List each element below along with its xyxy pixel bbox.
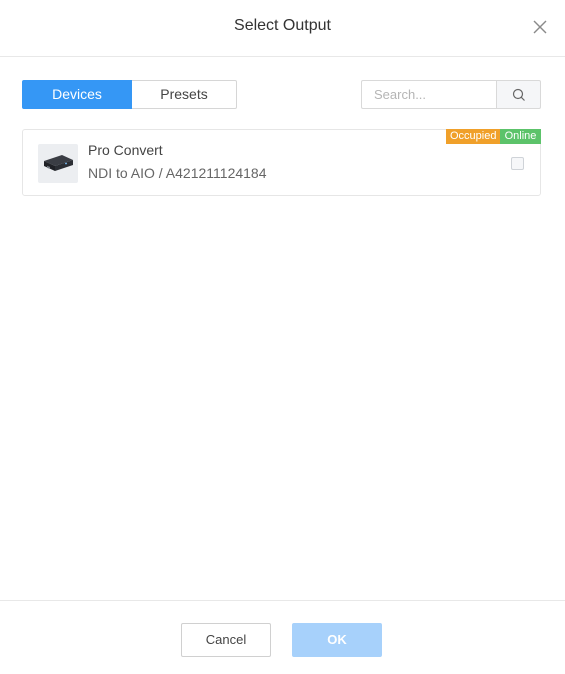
search-icon [512, 88, 525, 101]
online-badge: Online [500, 129, 541, 144]
dialog-title: Select Output [234, 17, 331, 34]
output-type-tabs: Devices Presets [22, 80, 237, 109]
select-output-dialog: Select Output Devices Presets Search... … [0, 0, 565, 674]
occupied-badge: Occupied [446, 129, 500, 144]
search-button[interactable] [496, 80, 541, 109]
search-input[interactable] [361, 80, 496, 109]
device-card[interactable]: Pro Convert NDI to AIO / A421211124184 O… [22, 129, 541, 196]
tab-devices[interactable]: Devices [22, 80, 132, 109]
search-box [361, 80, 541, 109]
ok-button[interactable]: OK [292, 623, 382, 657]
device-subtitle: NDI to AIO / A421211124184 [88, 165, 267, 181]
device-status-badges: Occupied Online [446, 129, 541, 144]
device-select-checkbox[interactable] [511, 157, 524, 170]
dialog-header: Select Output [0, 0, 565, 57]
close-icon[interactable] [531, 18, 549, 36]
dialog-footer: Cancel OK [0, 600, 565, 674]
converter-device-icon [38, 144, 78, 183]
cancel-button[interactable]: Cancel [181, 623, 271, 657]
tab-presets[interactable]: Presets [132, 80, 237, 109]
device-name: Pro Convert [88, 142, 163, 158]
